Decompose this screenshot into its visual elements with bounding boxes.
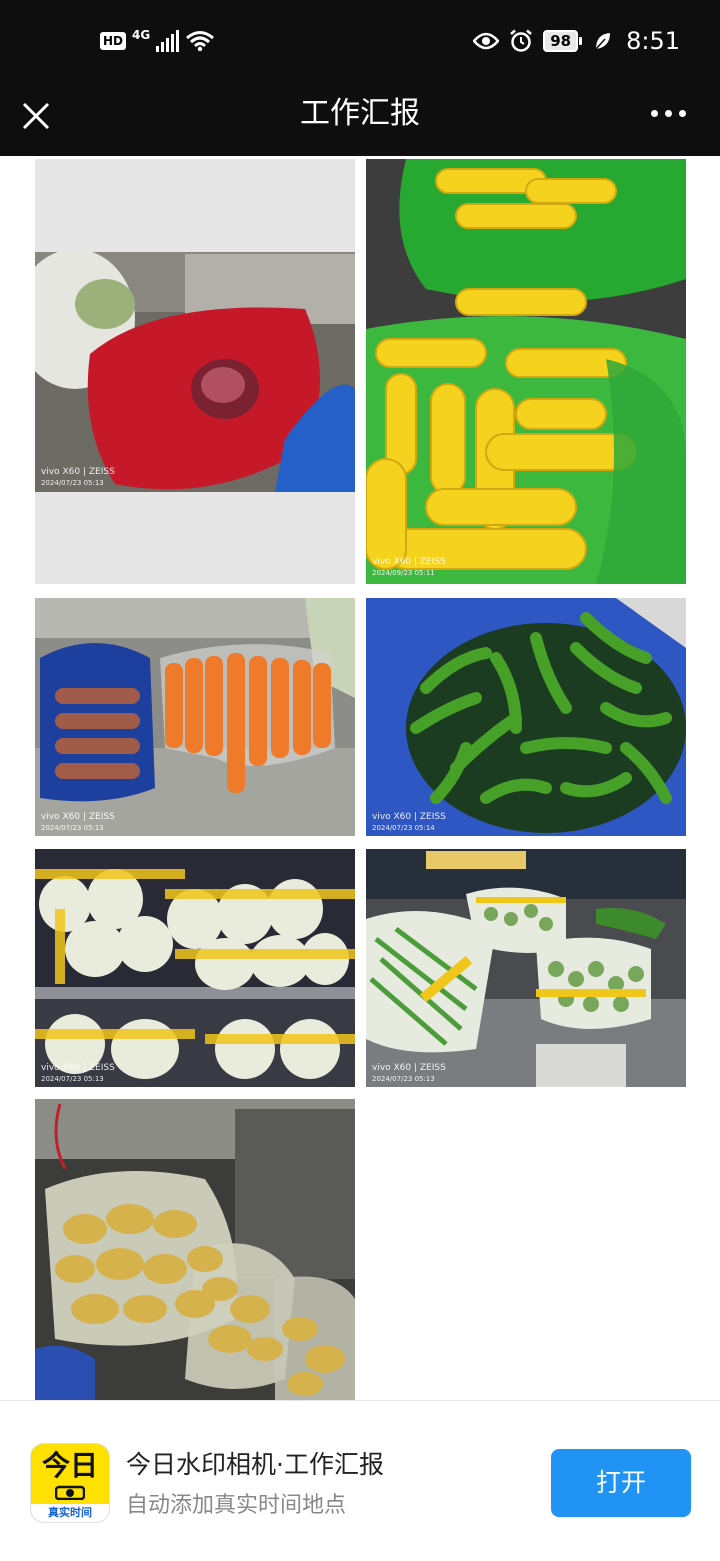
- photo-carrots[interactable]: vivo X60 | ZEISS 2024/07/23 05:13: [35, 598, 355, 836]
- photo-watermark: vivo X60 | ZEISS 2024/07/23 05:13: [41, 812, 115, 834]
- photo-watermark: vivo X60 | ZEISS 2024/07/23 05:13: [41, 1063, 115, 1085]
- watermark-date: 2024/07/23 05:13: [41, 1075, 104, 1083]
- onion-photo-image: [35, 249, 355, 492]
- app-icon-label: 真实时间: [31, 1504, 109, 1522]
- bean-photo-image: [366, 849, 686, 1087]
- alarm-icon: [510, 29, 533, 52]
- watermark-model: vivo X60 | ZEISS: [372, 1063, 446, 1073]
- photo-watermark: vivo X60 | ZEISS 2024/07/23 05:13: [372, 1063, 446, 1085]
- app-icon-text: 今日: [41, 1449, 98, 1482]
- watermark-model: vivo X60 | ZEISS: [41, 467, 115, 477]
- photo-corn[interactable]: vivo X60 | ZEISS 2024/09/23 05:11: [366, 159, 686, 584]
- watermark-date: 2024/07/23 05:13: [41, 824, 104, 832]
- photo-beans[interactable]: vivo X60 | ZEISS 2024/07/23 05:13: [366, 849, 686, 1087]
- photo-watermark: vivo X60 | ZEISS 2024/07/23 05:14: [372, 812, 446, 834]
- eye-icon: [473, 32, 500, 50]
- more-menu-icon[interactable]: [651, 110, 686, 117]
- cabbage-photo-image: [35, 869, 355, 1087]
- watermark-model: vivo X60 | ZEISS: [372, 812, 446, 822]
- carrot-photo-image: [35, 598, 355, 836]
- watermark-model: vivo X60 | ZEISS: [41, 812, 115, 822]
- watermark-date: 2024/07/23 05:13: [372, 1075, 435, 1083]
- status-right: 98 8:51: [473, 24, 680, 58]
- watermark-date: 2024/07/23 05:13: [41, 479, 104, 487]
- app-promo-banner: 今日 真实时间 今日水印相机·工作汇报 自动添加真实时间地点 打开: [0, 1400, 720, 1561]
- watermark-model: vivo X60 | ZEISS: [41, 1063, 115, 1073]
- ginger-photo-image: [35, 1099, 355, 1400]
- pepper-photo-image: [406, 598, 686, 833]
- status-left: HD 4G: [100, 26, 215, 56]
- watermark-model: vivo X60 | ZEISS: [372, 557, 446, 567]
- photo-cabbages[interactable]: vivo X60 | ZEISS 2024/07/23 05:13: [35, 849, 355, 1087]
- app-icon[interactable]: 今日 真实时间: [30, 1443, 110, 1523]
- corn-photo-image: [366, 159, 686, 584]
- page-title: 工作汇报: [300, 96, 420, 131]
- clock: 8:51: [626, 27, 680, 55]
- battery-indicator: 98: [543, 30, 582, 52]
- camera-icon: [55, 1485, 85, 1500]
- open-app-button[interactable]: 打开: [551, 1449, 691, 1517]
- photo-watermark: vivo X60 | ZEISS 2024/09/23 05:11: [372, 557, 446, 579]
- hd-badge: HD: [100, 32, 127, 50]
- network-type: 4G: [132, 28, 151, 42]
- watermark-date: 2024/09/23 05:11: [372, 569, 435, 577]
- photo-watermark: vivo X60 | ZEISS 2024/07/23 05:13: [41, 467, 115, 489]
- nav-bar: 工作汇报: [0, 82, 720, 156]
- photo-ginger[interactable]: [35, 1099, 355, 1400]
- leaf-icon: [595, 33, 611, 50]
- app-subtitle: 自动添加真实时间地点: [126, 1493, 347, 1518]
- wifi-icon: [186, 31, 215, 52]
- signal-icon: [156, 30, 180, 52]
- status-bar: HD 4G 98 8:51: [0, 0, 720, 82]
- photo-grid: vivo X60 | ZEISS 2024/07/23 05:13 vivo X…: [0, 156, 720, 1400]
- photo-peppers[interactable]: vivo X60 | ZEISS 2024/07/23 05:14: [366, 598, 686, 836]
- app-name: 今日水印相机·工作汇报: [126, 1450, 384, 1479]
- photo-onions[interactable]: vivo X60 | ZEISS 2024/07/23 05:13: [35, 159, 355, 584]
- watermark-date: 2024/07/23 05:14: [372, 824, 435, 832]
